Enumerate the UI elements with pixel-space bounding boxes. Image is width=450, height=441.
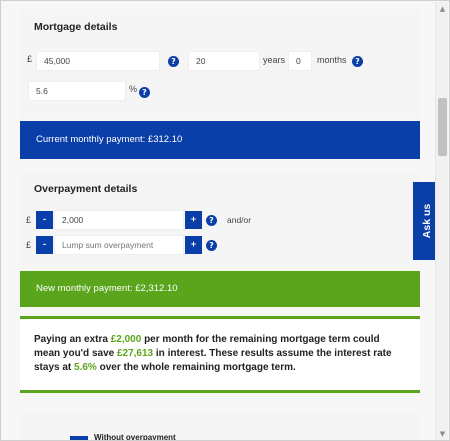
- summary-saving-amount: £27,613: [116, 348, 154, 359]
- current-payment-banner: Current monthly payment: £312.10: [20, 121, 420, 159]
- without-overpayment-swatch: [70, 436, 88, 440]
- monthly-overpayment-input[interactable]: [54, 210, 184, 230]
- monthly-increase-button[interactable]: +: [185, 211, 202, 229]
- interest-rate-input[interactable]: [28, 81, 126, 101]
- mortgage-details-section: Mortgage details £ ? years months ? % ?: [20, 9, 420, 119]
- overpayment-details-heading: Overpayment details: [34, 183, 138, 195]
- summary-text-4: over the whole remaining mortgage term.: [96, 362, 296, 373]
- scroll-down-icon[interactable]: ▼: [436, 427, 449, 440]
- lump-decrease-button[interactable]: -: [36, 236, 53, 254]
- mortgage-months-input[interactable]: [288, 51, 312, 71]
- term-help-icon[interactable]: ?: [352, 56, 363, 67]
- mortgage-years-input[interactable]: [188, 51, 260, 71]
- summary-rate: 5.6%: [74, 362, 97, 373]
- currency-symbol-monthly: £: [26, 215, 32, 225]
- percent-label: %: [129, 84, 138, 94]
- amount-help-icon[interactable]: ?: [168, 56, 179, 67]
- currency-symbol-lump: £: [26, 240, 32, 250]
- scroll-thumb[interactable]: [438, 98, 447, 156]
- lump-help-icon[interactable]: ?: [206, 240, 217, 251]
- mortgage-details-heading: Mortgage details: [34, 21, 118, 33]
- mortgage-amount-input[interactable]: [36, 51, 160, 71]
- ask-us-label: Ask us: [420, 203, 433, 239]
- without-overpayment-legend: Without overpayment: [94, 433, 176, 441]
- years-label: years: [263, 55, 286, 65]
- scroll-up-icon[interactable]: ▲: [436, 2, 449, 16]
- currency-symbol: £: [27, 54, 33, 64]
- vertical-scrollbar[interactable]: ▲ ▼: [435, 2, 449, 440]
- overpayment-details-section: Overpayment details £ - + ? and/or £ - +…: [20, 171, 420, 269]
- savings-summary: Paying an extra £2,000 per month for the…: [20, 316, 420, 393]
- lump-increase-button[interactable]: +: [185, 236, 202, 254]
- calculator-frame: Mortgage details £ ? years months ? % ? …: [0, 0, 450, 441]
- rate-help-icon[interactable]: ?: [139, 87, 150, 98]
- months-label: months: [317, 55, 347, 65]
- monthly-decrease-button[interactable]: -: [36, 211, 53, 229]
- lump-sum-input[interactable]: [54, 235, 184, 255]
- monthly-help-icon[interactable]: ?: [206, 215, 217, 226]
- summary-extra-amount: £2,000: [110, 334, 142, 345]
- summary-text-1: Paying an extra: [34, 334, 111, 345]
- new-payment-banner: New monthly payment: £2,312.10: [20, 271, 420, 307]
- and-or-label: and/or: [227, 215, 252, 225]
- chart-section: Without overpayment: [20, 412, 420, 441]
